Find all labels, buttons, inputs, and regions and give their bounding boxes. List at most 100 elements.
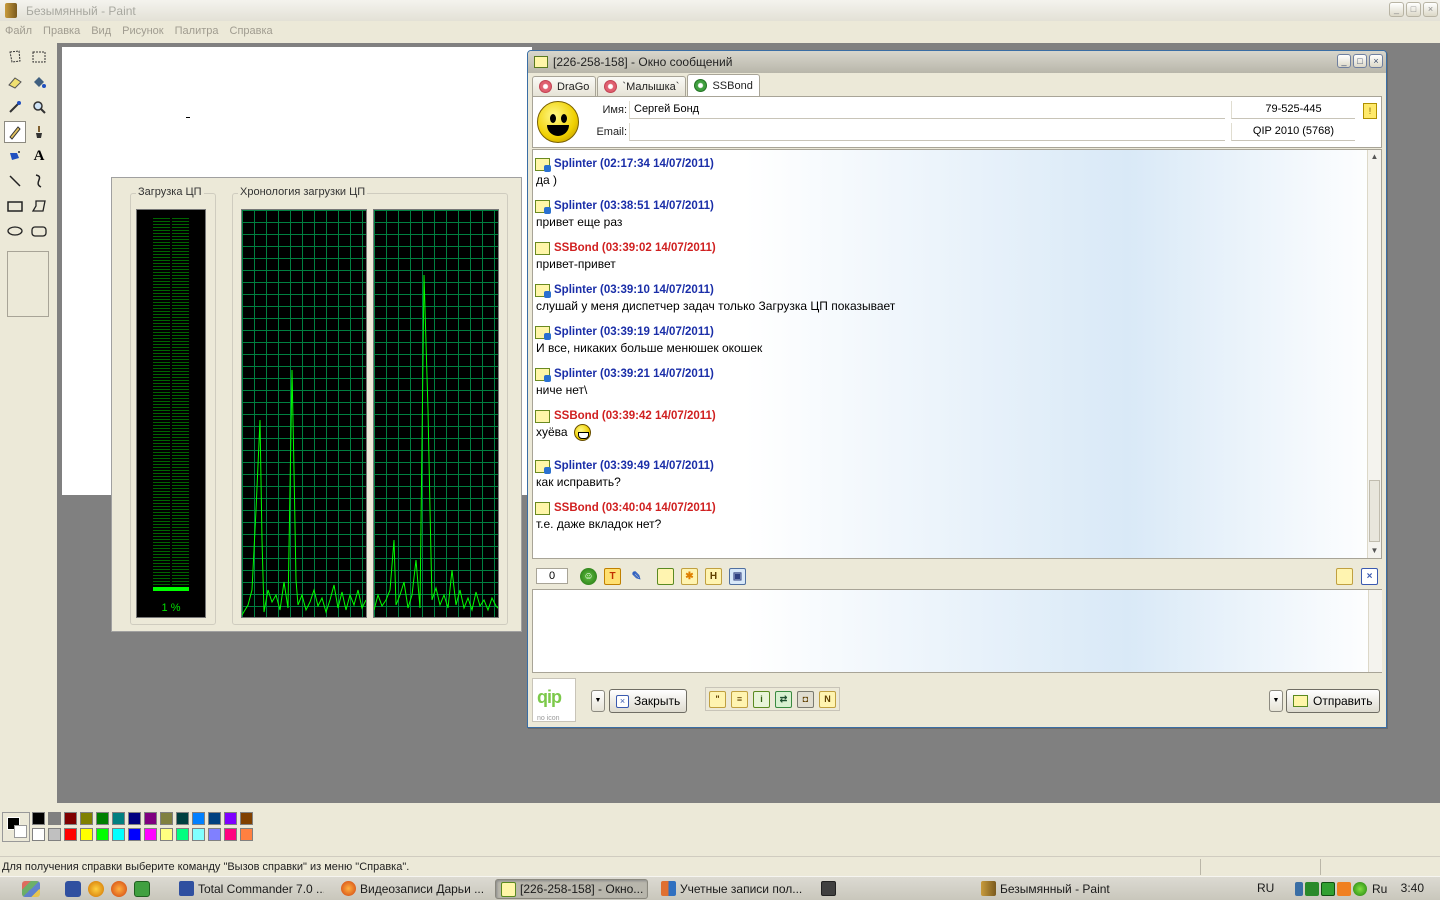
eraser-icon[interactable] bbox=[4, 71, 26, 93]
close-button[interactable]: × bbox=[1423, 2, 1438, 17]
eyedropper-icon[interactable] bbox=[4, 96, 26, 118]
clear-icon[interactable]: × bbox=[1361, 568, 1378, 585]
chat-scrollbar[interactable]: ▲ ▼ bbox=[1367, 150, 1381, 558]
taskbar-paint[interactable]: Безымянный - Paint bbox=[976, 879, 1126, 899]
message-input[interactable] bbox=[532, 589, 1382, 673]
menu-edit[interactable]: Правка bbox=[39, 25, 87, 37]
magnifier-icon[interactable] bbox=[28, 96, 50, 118]
close-chat-button[interactable]: × Закрыть bbox=[609, 689, 688, 713]
palette-swatch[interactable] bbox=[80, 828, 93, 841]
send-options-dropdown[interactable]: ▼ bbox=[1269, 690, 1283, 712]
menu-file[interactable]: Файл bbox=[5, 25, 39, 37]
input-scrollbar[interactable] bbox=[1368, 590, 1382, 672]
line-icon[interactable] bbox=[4, 170, 26, 192]
tray-arrow-icon[interactable] bbox=[1295, 882, 1303, 896]
palette-swatch[interactable] bbox=[32, 828, 45, 841]
palette-swatch[interactable] bbox=[128, 828, 141, 841]
n-icon[interactable]: N bbox=[819, 690, 836, 708]
quicklaunch-firefox-icon[interactable] bbox=[111, 881, 127, 897]
palette-swatch[interactable] bbox=[112, 812, 125, 825]
palette-swatch[interactable] bbox=[240, 828, 253, 841]
menu-help[interactable]: Справка bbox=[226, 25, 280, 37]
contact-details-icon[interactable]: ! bbox=[1363, 103, 1377, 119]
paint-title-bar[interactable]: Безымянный - Paint _ □ × bbox=[0, 0, 1440, 21]
palette-swatch[interactable] bbox=[32, 812, 45, 825]
taskbar-firefox[interactable]: Видеозаписи Дарьи ... bbox=[336, 879, 488, 899]
language-indicator[interactable]: RU bbox=[1257, 881, 1274, 895]
tray-qip-icon[interactable] bbox=[1321, 882, 1335, 896]
palette-swatch[interactable] bbox=[80, 812, 93, 825]
tray-icq-icon[interactable] bbox=[1353, 882, 1367, 896]
tray-network-icon[interactable] bbox=[1305, 882, 1319, 896]
star-icon[interactable]: ✱ bbox=[681, 567, 698, 585]
palette-swatch[interactable] bbox=[144, 812, 157, 825]
clock[interactable]: 3:40 bbox=[1401, 881, 1424, 895]
font-icon[interactable]: T bbox=[604, 567, 621, 585]
taskbar-qip-window[interactable]: [226-258-158] - Окно... bbox=[495, 879, 648, 899]
avatar[interactable] bbox=[537, 101, 579, 143]
tray-player-icon[interactable] bbox=[1337, 882, 1351, 896]
menu-image[interactable]: Рисунок bbox=[118, 25, 171, 37]
tab-drago[interactable]: DraGo bbox=[532, 76, 597, 96]
quote-icon[interactable]: " bbox=[709, 690, 726, 708]
history-icon[interactable]: H bbox=[705, 567, 722, 585]
current-colors[interactable] bbox=[2, 812, 30, 842]
palette-swatch[interactable] bbox=[64, 828, 77, 841]
new-note-icon[interactable] bbox=[1336, 568, 1353, 585]
palette-swatch[interactable] bbox=[240, 812, 253, 825]
chat-history[interactable]: Splinter (02:17:34 14/07/2011) да ) Splint… bbox=[532, 149, 1382, 559]
palette-swatch[interactable] bbox=[128, 812, 141, 825]
start-icon[interactable] bbox=[22, 881, 40, 897]
palette-swatch[interactable] bbox=[160, 812, 173, 825]
fill-icon[interactable] bbox=[28, 71, 50, 93]
palette-swatch[interactable] bbox=[208, 812, 221, 825]
tab-ssbond[interactable]: SSBond bbox=[687, 74, 760, 96]
palette-swatch[interactable] bbox=[208, 828, 221, 841]
maximize-button[interactable]: □ bbox=[1406, 2, 1421, 17]
tab-malyshka[interactable]: `Малышка` bbox=[597, 76, 687, 96]
polygon-icon[interactable] bbox=[28, 195, 50, 217]
qip-maximize-button[interactable]: □ bbox=[1353, 54, 1367, 68]
palette-swatch[interactable] bbox=[224, 828, 237, 841]
pencil-icon[interactable] bbox=[4, 121, 26, 143]
menu-palette[interactable]: Палитра bbox=[171, 25, 226, 37]
taskbar-task-manager[interactable] bbox=[814, 879, 844, 899]
smiley-icon[interactable]: ☺ bbox=[580, 567, 597, 585]
qip-close-button[interactable]: × bbox=[1369, 54, 1383, 68]
palette-swatch[interactable] bbox=[64, 812, 77, 825]
tool-options[interactable] bbox=[7, 251, 49, 317]
airbrush-icon[interactable] bbox=[4, 145, 26, 167]
palette-swatch[interactable] bbox=[96, 812, 109, 825]
quicklaunch-qip-icon[interactable] bbox=[134, 881, 150, 897]
notify-icon[interactable]: ◘ bbox=[797, 690, 814, 708]
rectangle-icon[interactable] bbox=[4, 195, 26, 217]
contact-name-field[interactable]: Сергей Бонд bbox=[629, 101, 1225, 119]
rect-select-icon[interactable] bbox=[28, 46, 50, 68]
qip-title-bar[interactable]: [226-258-158] - Окно сообщений _ □ × bbox=[528, 51, 1386, 73]
palette-swatch[interactable] bbox=[48, 812, 61, 825]
ellipse-icon[interactable] bbox=[4, 220, 26, 242]
palette-swatch[interactable] bbox=[224, 812, 237, 825]
taskbar-total-commander[interactable]: Total Commander 7.0 ... bbox=[174, 879, 324, 899]
transfer-icon[interactable]: ⇄ bbox=[775, 690, 792, 708]
palette-swatch[interactable] bbox=[96, 828, 109, 841]
brush-icon[interactable] bbox=[28, 121, 50, 143]
scroll-thumb[interactable] bbox=[1369, 480, 1380, 542]
info-icon[interactable]: i bbox=[753, 690, 770, 708]
save-icon[interactable] bbox=[657, 567, 674, 585]
curve-icon[interactable] bbox=[28, 170, 50, 192]
quicklaunch-save-icon[interactable] bbox=[65, 881, 81, 897]
scroll-down-icon[interactable]: ▼ bbox=[1368, 544, 1381, 558]
scroll-up-icon[interactable]: ▲ bbox=[1368, 150, 1381, 164]
color-icon[interactable]: ✎ bbox=[628, 568, 645, 585]
taskbar-user-accounts[interactable]: Учетные записи пол... bbox=[656, 879, 806, 899]
close-options-dropdown[interactable]: ▼ bbox=[591, 690, 605, 712]
tray-language[interactable]: Ru bbox=[1372, 882, 1387, 896]
palette-swatch[interactable] bbox=[176, 828, 189, 841]
free-select-icon[interactable] bbox=[4, 46, 26, 68]
palette-swatch[interactable] bbox=[112, 828, 125, 841]
palette-swatch[interactable] bbox=[48, 828, 61, 841]
rounded-rect-icon[interactable] bbox=[28, 220, 50, 242]
contact-email-field[interactable] bbox=[629, 123, 1225, 141]
minimize-button[interactable]: _ bbox=[1389, 2, 1404, 17]
